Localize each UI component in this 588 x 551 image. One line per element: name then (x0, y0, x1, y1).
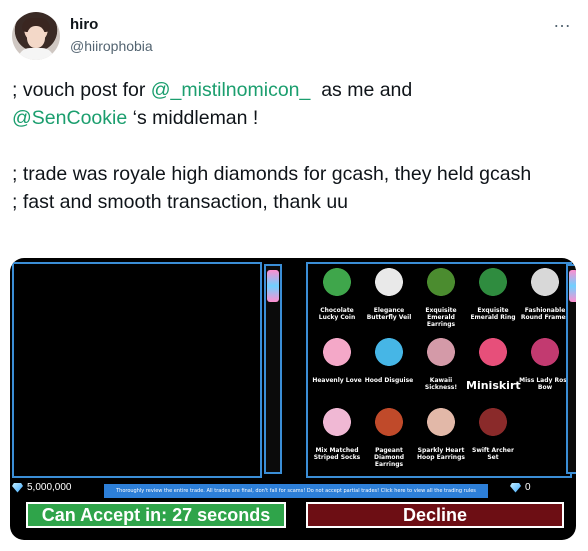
avatar-shirt (18, 48, 54, 60)
item-label: Pageant Diamond Earrings (373, 447, 405, 468)
tweet-text-segment: ; vouch post for (12, 79, 151, 101)
item-image (318, 336, 356, 376)
item-label: Miss Lady Rose Bow (519, 377, 571, 391)
item-image (474, 266, 512, 306)
trade-item[interactable]: Mix Matched Striped Socks (312, 402, 362, 472)
item-label: Exquisite Emerald Ring (470, 307, 516, 321)
user-handle[interactable]: @hiirophobia (70, 38, 153, 54)
tweet-text-segment: as me and (310, 79, 413, 101)
item-label: Elegance Butterfly Veil (366, 307, 412, 321)
item-image (474, 406, 512, 446)
scroll-thumb[interactable] (267, 270, 279, 302)
trade-item[interactable]: Elegance Butterfly Veil (364, 262, 414, 332)
tweet-line-1: ; vouch post for @_mistilnomicon_ as me … (12, 76, 576, 104)
trade-item[interactable]: Exquisite Emerald Ring (468, 262, 518, 332)
tweet-text: ; vouch post for @_mistilnomicon_ as me … (12, 76, 576, 216)
trade-item[interactable]: Kawaii Sickness! (416, 332, 466, 402)
item-label: Kawaii Sickness! (424, 377, 458, 391)
trade-item[interactable]: Pageant Diamond Earrings (364, 402, 414, 472)
item-label: Chocolate Lucky Coin (318, 307, 356, 321)
avatar[interactable] (12, 12, 60, 60)
item-image (370, 406, 408, 446)
trade-item[interactable]: Chocolate Lucky Coin (312, 262, 362, 332)
right-scrollbar[interactable] (566, 264, 576, 474)
left-scrollbar[interactable] (264, 264, 282, 474)
item-image (422, 336, 460, 376)
item-label: Sparkly Heart Hoop Earrings (417, 447, 465, 461)
diamond-amount: 5,000,000 (27, 482, 72, 493)
left-trade-panel (12, 262, 262, 478)
diamond-icon (510, 482, 521, 493)
item-image (422, 406, 460, 446)
trade-item[interactable]: Exquisite Emerald Earrings (416, 262, 466, 332)
item-label: Exquisite Emerald Earrings (425, 307, 457, 328)
item-label: Swift Archer Set (472, 447, 514, 461)
item-image (526, 336, 564, 376)
item-image (318, 406, 356, 446)
item-image (526, 266, 564, 306)
trade-item[interactable]: Miss Lady Rose Bow (519, 332, 571, 402)
item-image (318, 266, 356, 306)
trade-rules-notice[interactable]: Thoroughly review the entire trade. All … (104, 484, 488, 498)
tweet-line-4: ; fast and smooth transaction, thank uu (12, 191, 349, 213)
trade-item[interactable]: Miniskirt (466, 332, 521, 402)
mention-link-sencookie[interactable]: @SenCookie (12, 107, 127, 129)
item-image (370, 266, 408, 306)
left-diamond-count: 5,000,000 (12, 482, 72, 493)
item-grid: Chocolate Lucky Coin Elegance Butterfly V… (312, 262, 571, 472)
item-image (474, 336, 512, 376)
trade-item[interactable]: Sparkly Heart Hoop Earrings (416, 402, 466, 472)
accept-button[interactable]: Can Accept in: 27 seconds (26, 502, 286, 528)
trade-item[interactable]: Swift Archer Set (468, 402, 518, 472)
avatar-face (27, 26, 45, 48)
item-label: Hood Disguise (364, 377, 414, 384)
trade-item[interactable]: Fashionable Round Frames (520, 262, 570, 332)
tweet-header: hiro @hiirophobia … (12, 12, 576, 64)
decline-button[interactable]: Decline (306, 502, 564, 528)
item-label: Miniskirt (466, 379, 521, 392)
more-options-icon[interactable]: … (553, 12, 572, 30)
right-diamond-count: 0 (510, 482, 531, 493)
trade-item[interactable]: Heavenly Love (312, 332, 362, 402)
item-image (370, 336, 408, 376)
trade-screenshot[interactable]: Chocolate Lucky Coin Elegance Butterfly V… (10, 258, 576, 540)
display-name[interactable]: hiro (70, 16, 98, 33)
diamond-amount: 0 (525, 482, 531, 493)
tweet-text-segment: ‘s middleman ! (127, 107, 259, 129)
trade-item[interactable]: Hood Disguise (364, 332, 414, 402)
tweet-line-2: @SenCookie ‘s middleman ! (12, 104, 576, 132)
item-label: Fashionable Round Frames (520, 307, 570, 321)
scroll-thumb[interactable] (569, 270, 576, 302)
diamond-icon (12, 482, 23, 493)
mention-link-mistilnomicon[interactable]: @_mistilnomicon_ (151, 79, 311, 101)
tweet-line-3: ; trade was royale high diamonds for gca… (12, 163, 532, 185)
item-label: Heavenly Love (312, 377, 362, 384)
item-image (422, 266, 460, 306)
item-label: Mix Matched Striped Socks (313, 447, 361, 461)
